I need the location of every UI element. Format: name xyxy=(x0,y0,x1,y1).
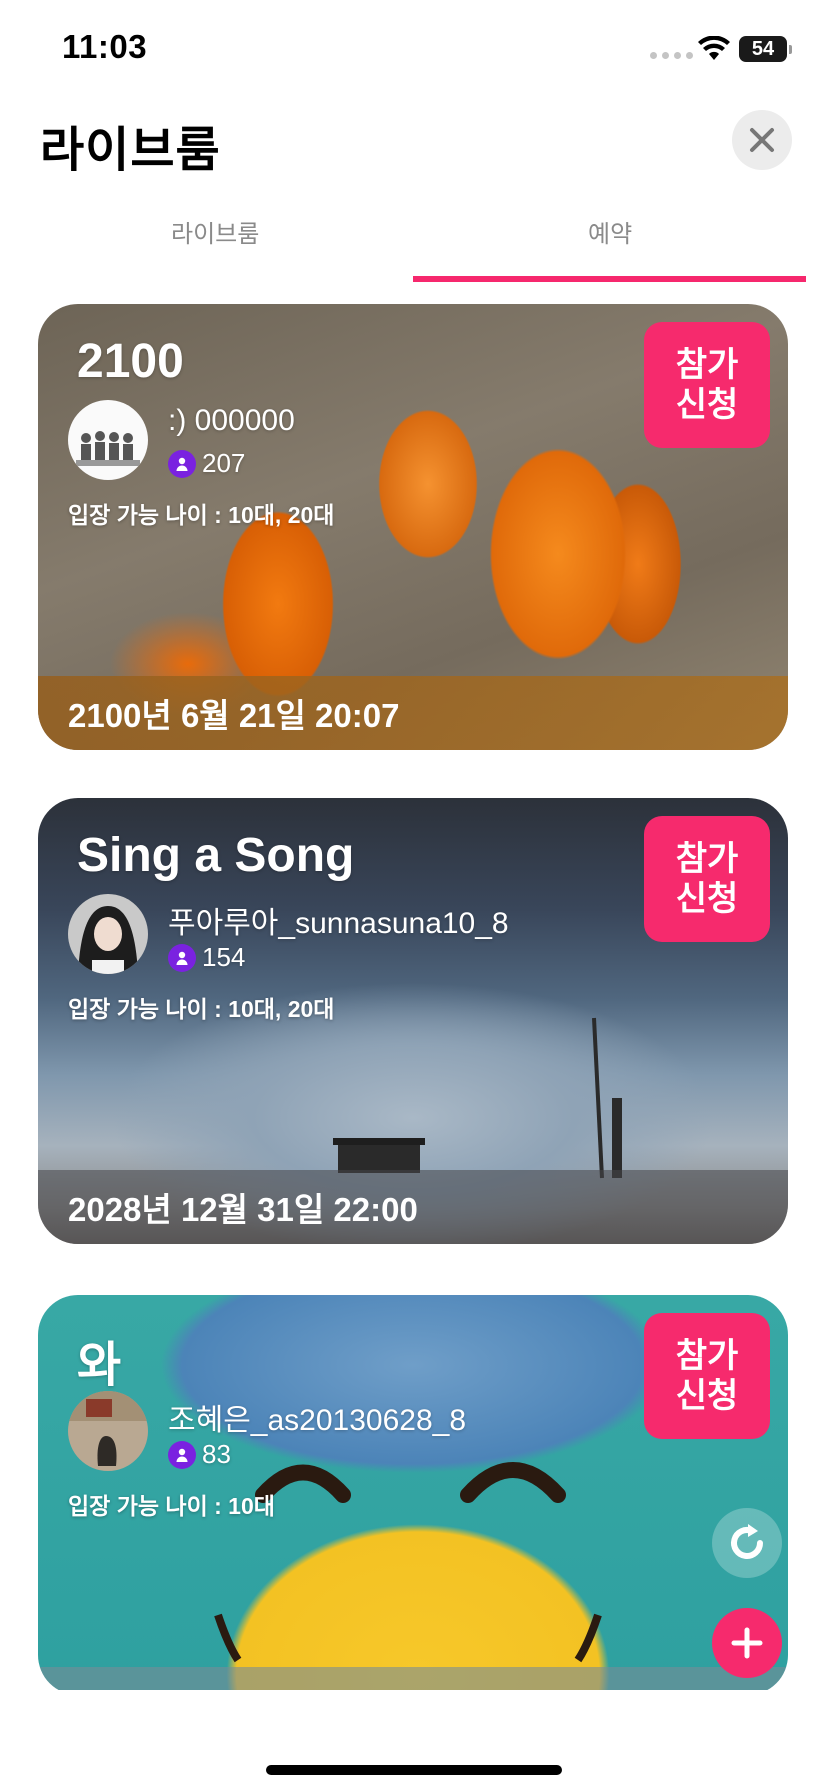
status-time: 11:03 xyxy=(62,28,148,65)
room-card[interactable]: Sing a Song 참가 신청 푸아루아_sunnasuna10_8 154… xyxy=(38,798,788,1244)
active-tab-indicator xyxy=(413,276,806,282)
tab-liveroom[interactable]: 라이브룸 xyxy=(171,214,259,249)
list-bottom-mask xyxy=(0,1690,828,1792)
user-icon xyxy=(168,1440,196,1469)
wifi-icon xyxy=(698,36,730,60)
refresh-button[interactable] xyxy=(712,1508,782,1578)
cellular-signal-icon xyxy=(650,52,693,59)
join-label-line2: 신청 xyxy=(675,1377,739,1415)
host-avatar[interactable] xyxy=(68,400,148,480)
room-title: 와 xyxy=(77,1339,122,1392)
participant-count: 83 xyxy=(168,1439,231,1470)
status-bar: 11:03 54 xyxy=(0,0,828,100)
join-request-button[interactable]: 참가 신청 xyxy=(644,816,770,942)
join-request-button[interactable]: 참가 신청 xyxy=(644,322,770,448)
close-icon xyxy=(750,128,774,152)
age-restriction: 입장 가능 나이 : 10대 xyxy=(68,1493,275,1519)
tab-bar: 라이브룸 예약 xyxy=(0,200,828,284)
plus-icon xyxy=(731,1627,763,1659)
close-button[interactable] xyxy=(732,110,792,170)
schedule-bar: 2100년 6월 21일 20:07 xyxy=(38,676,788,750)
tab-reservation[interactable]: 예약 xyxy=(588,214,632,249)
page-title: 라이브룸 xyxy=(40,124,221,177)
schedule-date: 2028년 12월 31일 22:00 xyxy=(68,1191,418,1228)
user-icon xyxy=(168,449,196,478)
host-name: 조혜은_as20130628_8 xyxy=(168,1404,467,1437)
add-room-button[interactable] xyxy=(712,1608,782,1678)
participant-count: 207 xyxy=(168,448,245,479)
battery-level: 54 xyxy=(751,37,775,60)
join-label-line1: 참가 xyxy=(675,346,739,384)
schedule-date: 2100년 6월 21일 20:07 xyxy=(68,697,400,734)
room-title: 2100 xyxy=(77,335,184,388)
join-label-line1: 참가 xyxy=(675,1337,739,1375)
participant-count-value: 83 xyxy=(202,1439,231,1469)
age-restriction: 입장 가능 나이 : 10대, 20대 xyxy=(68,502,335,528)
refresh-icon xyxy=(731,1524,763,1559)
participant-count-value: 207 xyxy=(202,448,246,478)
home-indicator xyxy=(266,1765,562,1775)
age-restriction: 입장 가능 나이 : 10대, 20대 xyxy=(68,996,335,1022)
room-title: Sing a Song xyxy=(77,829,355,882)
room-card[interactable]: 2100 참가 신청 :) 000000 207 입장 가능 나이 : 10대,… xyxy=(38,304,788,750)
user-icon xyxy=(168,943,196,972)
host-name: :) 000000 xyxy=(168,404,295,437)
host-avatar[interactable] xyxy=(68,894,148,974)
join-request-button[interactable]: 참가 신청 xyxy=(644,1313,770,1439)
join-label-line2: 신청 xyxy=(675,386,739,424)
participant-count: 154 xyxy=(168,942,245,973)
join-label-line1: 참가 xyxy=(675,840,739,878)
host-name: 푸아루아_sunnasuna10_8 xyxy=(168,907,509,940)
room-card[interactable]: 와 참가 신청 조혜은_as20130628_8 83 입장 가능 나이 : 1… xyxy=(38,1295,788,1695)
schedule-bar: 2028년 12월 31일 22:00 xyxy=(38,1170,788,1244)
join-label-line2: 신청 xyxy=(675,880,739,918)
participant-count-value: 154 xyxy=(202,942,246,972)
battery-icon: 54 xyxy=(739,36,792,62)
host-avatar[interactable] xyxy=(68,1391,148,1471)
